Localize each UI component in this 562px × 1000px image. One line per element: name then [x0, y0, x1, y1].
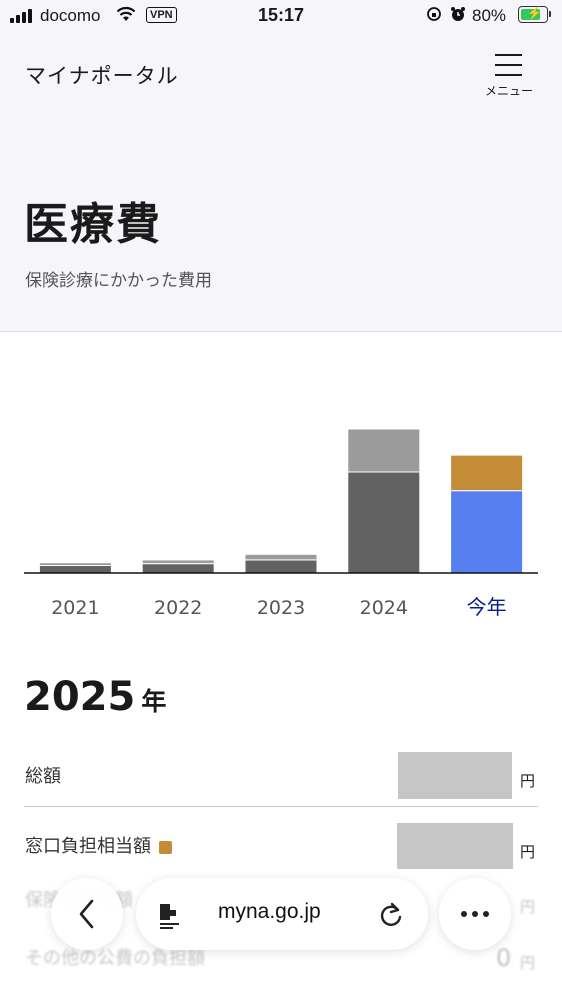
battery-percent: 80%: [472, 6, 507, 25]
signal-strength-icon: [10, 8, 34, 23]
bar-3-segment-1: [244, 559, 318, 574]
bar-5-segment-2: [450, 454, 524, 492]
battery-icon: ⚡: [518, 6, 551, 23]
site-title[interactable]: マイナポータル: [25, 60, 179, 90]
browser-toolbar: myna.go.jp: [0, 868, 562, 1000]
vpn-badge: VPN: [146, 7, 177, 23]
menu-button[interactable]: メニュー: [478, 52, 540, 102]
bar-1-segment-1: [38, 565, 112, 574]
more-horizontal-icon: [461, 911, 489, 917]
copay-unit: 円: [520, 843, 536, 861]
bar-4-segment-1: [347, 471, 421, 574]
summary-year-heading: 2025 年: [24, 674, 166, 720]
page-menu-icon: [160, 904, 179, 929]
status-bar: docomo VPN 15:17 80% ⚡: [0, 0, 562, 34]
status-time: 15:17: [258, 5, 305, 25]
x-tick-label[interactable]: 2021: [51, 597, 99, 619]
hamburger-icon: [495, 54, 522, 76]
x-tick-label[interactable]: 2022: [154, 597, 202, 619]
menu-label: メニュー: [484, 84, 533, 98]
x-tick-label[interactable]: 2023: [257, 597, 305, 619]
total-label: 総額: [25, 766, 61, 787]
address-bar[interactable]: myna.go.jp: [136, 878, 428, 950]
bar-2-segment-1: [141, 563, 215, 574]
page-title: 医療費: [24, 199, 162, 250]
row-divider: [24, 806, 538, 807]
page-subtitle: 保険診療にかかった費用: [25, 271, 212, 291]
alarm-icon: [451, 7, 465, 21]
page-header: マイナポータル メニュー 医療費 保険診療にかかった費用: [0, 34, 562, 332]
bar-3-segment-2: [244, 553, 318, 561]
summary-year-unit: 年: [141, 687, 167, 716]
orientation-lock-icon: [427, 7, 441, 21]
back-button[interactable]: [51, 878, 123, 950]
x-tick-label[interactable]: 2024: [360, 597, 408, 619]
medical-expense-chart: 2021 2022 2023 2024 今年: [24, 428, 538, 619]
copay-amount-redacted: [397, 823, 513, 869]
bar-2-segment-2: [141, 559, 215, 565]
total-unit: 円: [520, 772, 536, 790]
url-text: myna.go.jp: [218, 900, 321, 923]
bar-4-segment-2: [347, 428, 421, 473]
copay-label: 窓口負担相当額: [25, 836, 151, 857]
bar-1-segment-2: [38, 562, 112, 567]
reload-icon[interactable]: [376, 900, 406, 930]
x-tick-label[interactable]: 今年: [467, 595, 507, 619]
carrier-name: docomo: [40, 6, 101, 25]
copay-row: 窓口負担相当額: [25, 832, 172, 858]
summary-year: 2025: [24, 674, 136, 720]
wifi-icon: [116, 6, 136, 21]
bar-5-segment-1: [450, 490, 524, 574]
total-amount-redacted: [398, 752, 512, 799]
copay-legend-swatch: [159, 840, 172, 854]
chevron-left-icon: [79, 899, 94, 929]
more-options-button[interactable]: [439, 878, 511, 950]
